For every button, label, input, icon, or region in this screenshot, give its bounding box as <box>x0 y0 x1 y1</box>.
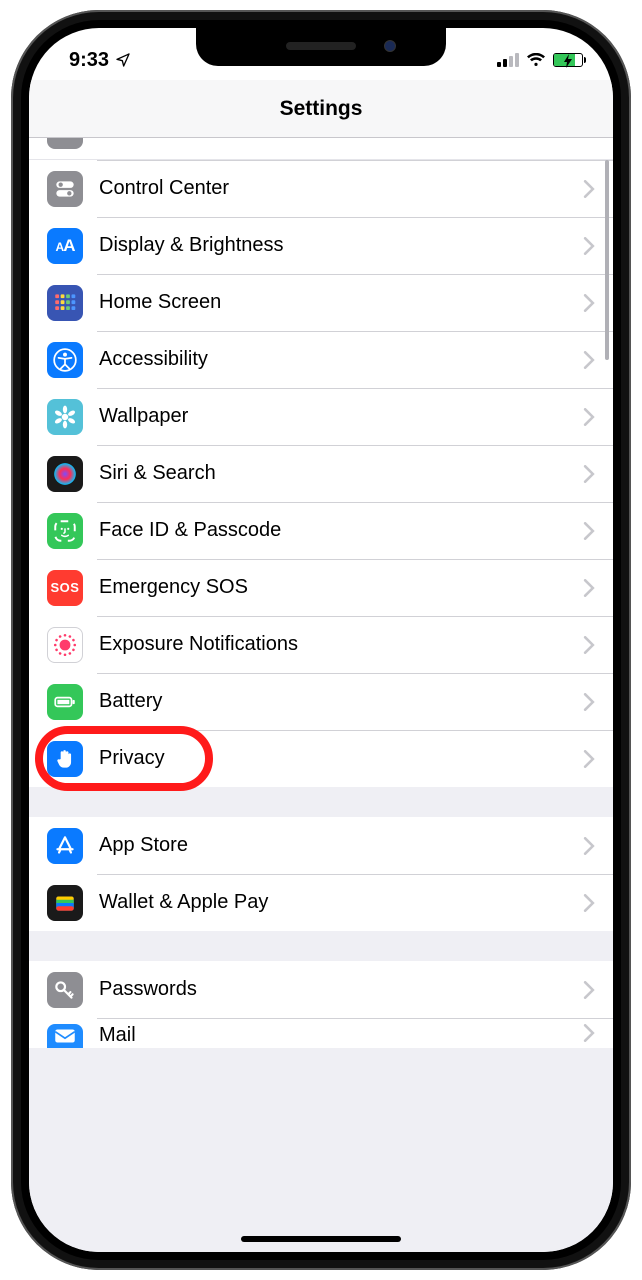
row-label: Exposure Notifications <box>99 633 583 656</box>
chevron-right-icon <box>583 894 595 912</box>
chevron-right-icon <box>583 465 595 483</box>
settings-row-privacy[interactable]: Privacy <box>29 730 613 787</box>
settings-row-wallpaper[interactable]: Wallpaper <box>29 388 613 445</box>
row-label: Battery <box>99 690 583 713</box>
row-label: Home Screen <box>99 291 583 314</box>
settings-group: App Store Wallet & Apple Pay <box>29 817 613 931</box>
chevron-right-icon <box>583 636 595 654</box>
row-label: Wallpaper <box>99 405 583 428</box>
row-label: Mail <box>99 1024 583 1047</box>
settings-row-display-brightness[interactable]: AA Display & Brightness <box>29 217 613 274</box>
settings-list[interactable]: Control Center AA Display & Brightness H… <box>29 138 613 1252</box>
device-frame: 9:33 Settings Control Center <box>11 10 631 1270</box>
accessibility-icon <box>47 342 83 378</box>
settings-row-passwords[interactable]: Passwords <box>29 961 613 1018</box>
battery-icon <box>553 53 583 67</box>
chevron-right-icon <box>583 750 595 768</box>
row-label: Wallet & Apple Pay <box>99 891 583 914</box>
location-icon <box>115 52 131 68</box>
row-label: Emergency SOS <box>99 576 583 599</box>
settings-row-control-center[interactable]: Control Center <box>29 160 613 217</box>
device-notch <box>196 28 446 66</box>
settings-row-mail[interactable]: Mail <box>29 1018 613 1048</box>
screen: 9:33 Settings Control Center <box>29 28 613 1252</box>
cellular-signal-icon <box>497 53 519 67</box>
row-label: Privacy <box>99 747 583 770</box>
flower-icon <box>47 399 83 435</box>
chevron-right-icon <box>583 522 595 540</box>
settings-row-app-store[interactable]: App Store <box>29 817 613 874</box>
appstore-icon <box>47 828 83 864</box>
device-inner: 9:33 Settings Control Center <box>21 20 621 1260</box>
battery-icon <box>47 684 83 720</box>
chevron-right-icon <box>583 837 595 855</box>
chevron-right-icon <box>583 981 595 999</box>
settings-group: Control Center AA Display & Brightness H… <box>29 138 613 787</box>
scroll-indicator[interactable] <box>605 160 609 360</box>
chevron-right-icon <box>583 237 595 255</box>
row-label: Display & Brightness <box>99 234 583 257</box>
hand-icon <box>47 741 83 777</box>
text-size-icon: AA <box>47 228 83 264</box>
list-item-partial[interactable] <box>29 138 613 160</box>
exposure-icon <box>47 627 83 663</box>
row-label: Face ID & Passcode <box>99 519 583 542</box>
chevron-right-icon <box>583 294 595 312</box>
key-icon <box>47 972 83 1008</box>
grid-icon <box>47 285 83 321</box>
settings-row-accessibility[interactable]: Accessibility <box>29 331 613 388</box>
home-indicator[interactable] <box>241 1236 401 1242</box>
settings-row-home-screen[interactable]: Home Screen <box>29 274 613 331</box>
row-label: Passwords <box>99 978 583 1001</box>
status-time: 9:33 <box>69 49 109 72</box>
chevron-right-icon <box>583 693 595 711</box>
chevron-right-icon <box>583 180 595 198</box>
wifi-icon <box>526 53 546 67</box>
settings-row-siri-search[interactable]: Siri & Search <box>29 445 613 502</box>
chevron-right-icon <box>583 579 595 597</box>
faceid-icon <box>47 513 83 549</box>
settings-row-emergency-sos[interactable]: SOS Emergency SOS <box>29 559 613 616</box>
chevron-right-icon <box>583 1024 595 1042</box>
wallet-icon <box>47 885 83 921</box>
chevron-right-icon <box>583 408 595 426</box>
mail-icon <box>47 1024 83 1048</box>
toggles-icon <box>47 171 83 207</box>
settings-row-exposure-notifications[interactable]: Exposure Notifications <box>29 616 613 673</box>
row-label: App Store <box>99 834 583 857</box>
chevron-right-icon <box>583 351 595 369</box>
settings-row-wallet-apple-pay[interactable]: Wallet & Apple Pay <box>29 874 613 931</box>
settings-row-face-id-passcode[interactable]: Face ID & Passcode <box>29 502 613 559</box>
sos-icon: SOS <box>47 570 83 606</box>
row-label: Accessibility <box>99 348 583 371</box>
row-label: Control Center <box>99 177 583 200</box>
siri-icon <box>47 456 83 492</box>
settings-row-battery[interactable]: Battery <box>29 673 613 730</box>
settings-group: Passwords Mail <box>29 961 613 1048</box>
nav-header: Settings <box>29 80 613 138</box>
page-title: Settings <box>280 97 363 121</box>
row-label: Siri & Search <box>99 462 583 485</box>
